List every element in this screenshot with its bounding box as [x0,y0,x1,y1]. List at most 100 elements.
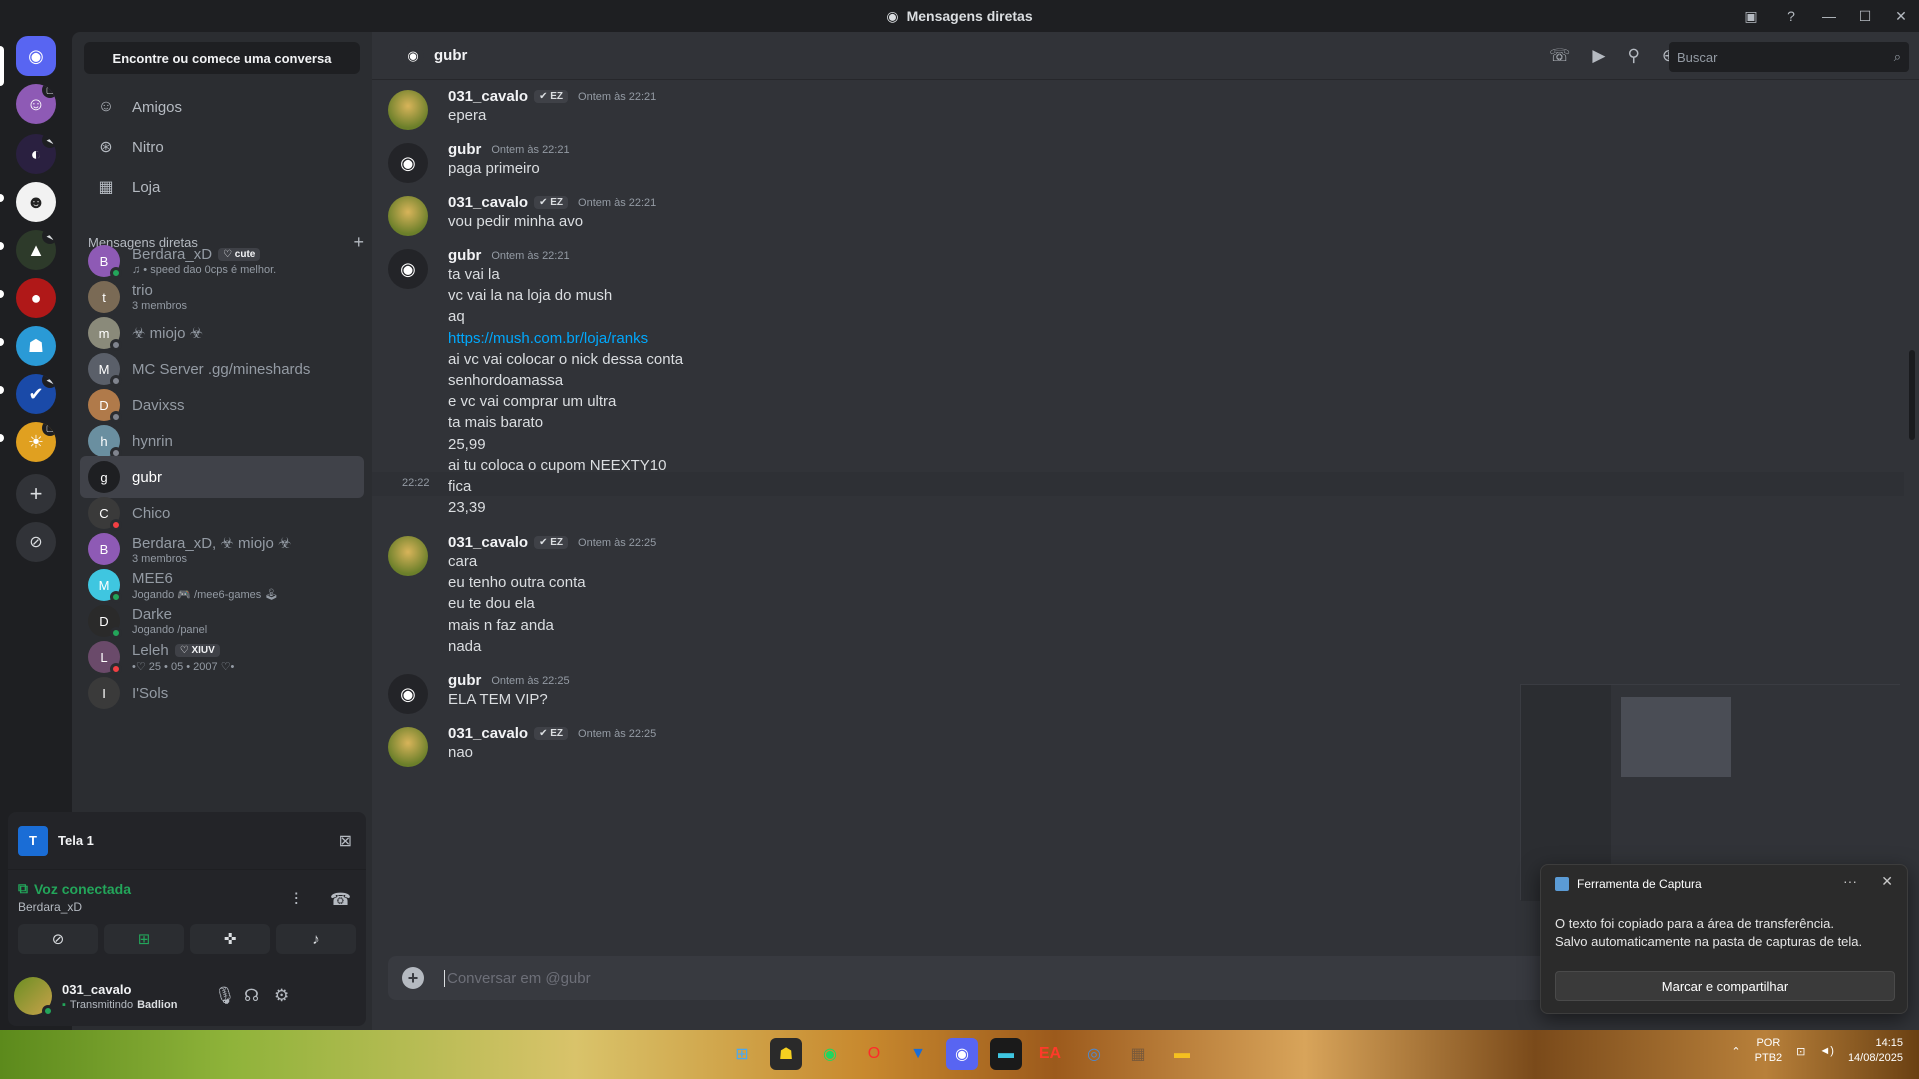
dm-subtext: Jogando /panel [132,624,208,636]
disconnect-icon[interactable]: ☎ [330,890,351,910]
message-input[interactable]: Conversar em @gubr [444,969,591,987]
maximize-button[interactable]: ☐ [1847,0,1883,32]
spotify-icon[interactable]: ◉ [814,1038,846,1070]
stop-stream-icon[interactable]: ⊠ [339,831,352,851]
attach-plus-icon[interactable]: + [402,967,424,989]
author-avatar[interactable]: ◉ [388,143,428,183]
activities-button[interactable]: ✜ [190,924,270,954]
server-icon-5[interactable]: ● [16,278,56,318]
server-icon-2[interactable]: ◐ ◀ [16,134,56,174]
message-text: ta mais barato [448,414,544,432]
speaker-icon: ◀ [42,374,56,388]
message-text: 23,39 [448,499,486,517]
ea-icon[interactable]: EA [1034,1038,1066,1070]
search-icon: ⌕ [1893,49,1901,64]
author-name[interactable]: gubr [448,141,481,158]
microphone-icon[interactable]: 🎙 [214,986,236,1006]
voice-status[interactable]: ⧉ Voz conectada Berdara_xD [18,880,131,914]
app-bird-icon[interactable]: ▼ [902,1038,934,1070]
recipient-name[interactable]: gubr [434,47,467,64]
message-text: cara [448,553,478,570]
server-icon-8[interactable]: ☀ ▢ [16,422,56,462]
camera-off-button[interactable]: ⊘ [18,924,98,954]
message-text: paga primeiro [448,160,540,177]
clan-tag[interactable]: ✔ EZ [534,727,569,740]
chat-search-input[interactable]: Buscar ⌕ [1669,42,1909,72]
share-screen-button[interactable]: ⊞ [104,924,184,954]
clock[interactable]: 14:15 14/08/2025 [1848,1036,1903,1066]
author-avatar[interactable] [388,90,428,130]
opera-icon[interactable]: O [858,1038,890,1070]
clan-tag[interactable]: ✔ EZ [534,536,569,549]
author-name[interactable]: gubr [448,672,481,689]
headphones-icon[interactable]: ☊ [244,986,259,1006]
pinned-messages-icon[interactable]: ⚲ [1627,46,1639,66]
author-avatar[interactable] [388,196,428,236]
server-icon-7[interactable]: ✔ ◀ [16,374,56,414]
inbox-icon[interactable]: ▣ [1731,0,1771,32]
author-name[interactable]: gubr [448,247,481,264]
nav-item-friends[interactable]: ☺ Amigos [80,88,364,126]
direct-messages-home-button[interactable]: ◉ [16,36,56,76]
dm-avatar: M [88,569,122,603]
add-server-button[interactable]: + [16,474,56,514]
file-explorer-icon[interactable]: ▬ [1166,1038,1198,1070]
dm-avatar: B [88,245,122,279]
nav-item-nitro[interactable]: ⊛ Nitro [80,128,364,166]
message-timestamp: Ontem às 22:25 [491,674,570,687]
author-name[interactable]: 031_cavalo [448,725,528,742]
voice-panel: T Tela 1 ⊠ ⧉ Voz conectada Berdara_xD ⫶ ☎… [8,812,366,1026]
explore-servers-button[interactable]: ⊘ [16,522,56,562]
clan-tag[interactable]: ✔ EZ [534,90,569,103]
author-name[interactable]: 031_cavalo [448,194,528,211]
unread-indicator [0,338,4,346]
noise-suppression-icon[interactable]: ⫶ [294,890,298,910]
voice-call-icon[interactable]: ☏ [1549,46,1570,66]
author-name[interactable]: 031_cavalo [448,534,528,551]
server-icon-4[interactable]: ▲ ◀ [16,230,56,270]
clan-tag[interactable]: ✔ EZ [534,196,569,209]
video-call-icon[interactable]: ▶ [1592,46,1605,66]
author-avatar[interactable]: ◉ [388,674,428,714]
soundboard-button[interactable]: ♪ [276,924,356,954]
window-controls: ▣ ? — ☐ ✕ [1731,0,1919,32]
server-icon-1[interactable]: ☺ ▢ [16,84,56,124]
nav-item-shop[interactable]: ▦ Loja [80,168,364,206]
chat-scrollbar[interactable] [1909,350,1915,440]
author-name[interactable]: 031_cavalo [448,88,528,105]
markup-share-button[interactable]: Marcar e compartilhar [1555,971,1895,1001]
close-notification-icon[interactable]: ✕ [1881,873,1893,890]
screen-share-icon: ⊞ [137,931,151,948]
minecraft-icon[interactable]: ▦ [1122,1038,1154,1070]
minimize-button[interactable]: — [1811,0,1847,32]
discord-taskbar-icon[interactable]: ◉ [946,1038,978,1070]
app-terminal-icon[interactable]: ▬ [990,1038,1022,1070]
dm-subtext: 3 membros [132,300,188,312]
dm-item[interactable]: I I'Sols [80,672,364,714]
message-link[interactable]: https://mush.com.br/loja/ranks [448,330,648,347]
server-icon-6[interactable]: ☗ [16,326,56,366]
tray-chevron-icon[interactable]: ⌃ [1731,1045,1740,1058]
close-button[interactable]: ✕ [1883,0,1919,32]
voice-channel-name: Berdara_xD [18,900,83,914]
more-options-icon[interactable]: ··· [1843,873,1857,889]
help-icon[interactable]: ? [1771,0,1811,32]
author-avatar[interactable] [388,727,428,767]
app-circle-icon[interactable]: ◎ [1078,1038,1110,1070]
author-avatar[interactable]: ◉ [388,249,428,289]
author-avatar[interactable] [388,536,428,576]
network-icon[interactable]: ⊡ [1796,1045,1805,1058]
windows-start-icon[interactable]: ⊞ [726,1038,758,1070]
server-icon-3[interactable]: ☻ [16,182,56,222]
settings-gear-icon[interactable]: ⚙ [274,986,289,1006]
app-shield-icon[interactable]: ☗ [770,1038,802,1070]
screen-thumbnail: T [18,825,48,856]
status-indicator [42,1005,54,1017]
user-avatar[interactable] [14,977,54,1017]
input-language[interactable]: POR PTB2 [1755,1036,1783,1066]
recipient-avatar: ◉ [402,44,424,67]
find-conversation-button[interactable]: Encontre ou comece uma conversa [84,42,360,74]
dm-avatar: B [88,533,120,565]
screen-share-row[interactable]: T Tela 1 ⊠ [8,812,366,870]
volume-icon[interactable]: ◄) [1819,1045,1834,1057]
